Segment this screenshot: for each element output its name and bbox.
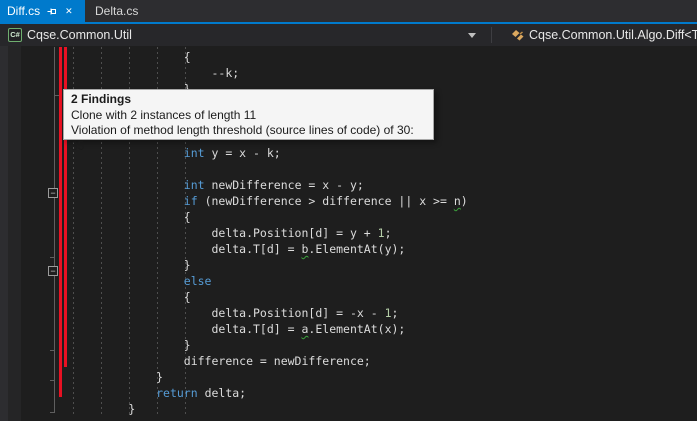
code-token: int <box>184 178 205 192</box>
code-line[interactable]: } <box>73 401 468 417</box>
code-token: ; <box>392 306 399 320</box>
tab-label: Delta.cs <box>95 4 138 18</box>
code-token: difference = newDifference; <box>73 354 371 368</box>
code-token: (newDifference > difference || x >= <box>198 194 454 208</box>
code-token: delta.T[d] = <box>73 242 301 256</box>
code-line[interactable]: delta.Position[d] = y + 1; <box>73 225 468 241</box>
code-token: delta.Position[d] = y + <box>73 226 378 240</box>
code-line[interactable]: } <box>73 337 468 353</box>
code-line[interactable] <box>73 161 468 177</box>
code-token: return <box>156 386 198 400</box>
tab-delta-cs[interactable]: Delta.cs <box>85 0 137 22</box>
finding-indicator-bar[interactable] <box>59 47 62 397</box>
csharp-project-icon: C# <box>8 28 22 42</box>
code-line[interactable]: else <box>73 273 468 289</box>
code-line[interactable]: } <box>73 257 468 273</box>
code-token: } <box>73 402 135 416</box>
code-token: { <box>73 210 191 224</box>
code-token: newDifference = x - y; <box>205 178 364 192</box>
code-line[interactable]: { <box>73 49 468 65</box>
code-line[interactable]: return delta; <box>73 385 468 401</box>
namespace-dropdown[interactable]: Cqse.Common.Util <box>27 28 132 42</box>
code-token: ; <box>385 226 392 240</box>
code-token <box>73 386 156 400</box>
code-token: 1 <box>385 306 392 320</box>
code-token: .ElementAt(x); <box>308 322 405 336</box>
type-dropdown[interactable]: Cqse.Common.Util.Algo.Diff<T <box>529 28 697 42</box>
code-line[interactable]: difference = newDifference; <box>73 353 468 369</box>
code-line[interactable]: { <box>73 209 468 225</box>
code-token: } <box>73 370 163 384</box>
code-token: 1 <box>378 226 385 240</box>
tab-diff-cs[interactable]: Diff.cs ✕ <box>0 0 85 22</box>
code-token <box>73 274 184 288</box>
code-token: .ElementAt(y); <box>308 242 405 256</box>
editor-edge-strip <box>0 46 8 421</box>
code-line[interactable]: { <box>73 289 468 305</box>
code-token: if <box>184 194 198 208</box>
outline-region-tick <box>50 350 54 351</box>
code-token <box>73 194 184 208</box>
code-line[interactable]: delta.T[d] = a.ElementAt(x); <box>73 321 468 337</box>
fold-collapse-box[interactable]: − <box>48 188 58 198</box>
code-token: --k; <box>73 66 239 80</box>
code-token: { <box>73 290 191 304</box>
code-token: } <box>73 338 191 352</box>
close-icon[interactable]: ✕ <box>65 7 73 16</box>
navbar-separator <box>491 27 492 43</box>
code-line[interactable]: delta.Position[d] = -x - 1; <box>73 305 468 321</box>
code-line[interactable]: int newDifference = x - y; <box>73 177 468 193</box>
fold-collapse-box[interactable]: − <box>48 266 58 276</box>
code-token <box>73 178 184 192</box>
code-token: } <box>73 258 191 272</box>
code-token: { <box>73 50 191 64</box>
tab-label: Diff.cs <box>7 4 40 18</box>
pin-icon[interactable] <box>47 6 58 17</box>
vs-editor-window: Diff.cs ✕ Delta.cs C# Cqse.Common.Util C… <box>0 0 697 421</box>
tooltip-title: 2 Findings <box>71 92 426 108</box>
code-token: delta.T[d] = <box>73 322 301 336</box>
navigation-bar: C# Cqse.Common.Util Cqse.Common.Util.Alg… <box>0 24 697 46</box>
outline-region-tick <box>50 257 54 258</box>
findings-tooltip: 2 Findings Clone with 2 instances of len… <box>63 89 434 140</box>
code-token: ) <box>461 194 468 208</box>
tab-bar: Diff.cs ✕ Delta.cs <box>0 0 697 22</box>
code-token: delta; <box>198 386 246 400</box>
code-token: n <box>454 194 461 208</box>
outlining-margin-line <box>54 47 55 412</box>
code-line[interactable]: delta.T[d] = b.ElementAt(y); <box>73 241 468 257</box>
chevron-down-icon[interactable] <box>468 33 476 38</box>
code-token: delta.Position[d] = -x - <box>73 306 385 320</box>
code-line[interactable]: if (newDifference > difference || x >= n… <box>73 193 468 209</box>
tooltip-finding: Violation of method length threshold (so… <box>71 123 426 154</box>
code-line[interactable]: --k; <box>73 65 468 81</box>
tooltip-finding: Clone with 2 instances of length 11 <box>71 108 426 124</box>
glyph-margin <box>8 46 21 421</box>
code-token: else <box>184 274 212 288</box>
code-line[interactable]: } <box>73 369 468 385</box>
outline-region-tick <box>50 412 55 413</box>
class-icon <box>510 28 525 45</box>
outline-region-tick <box>50 380 54 381</box>
code-editor[interactable]: − − { --k; } int y = x - k; int newDiffe… <box>0 46 697 421</box>
